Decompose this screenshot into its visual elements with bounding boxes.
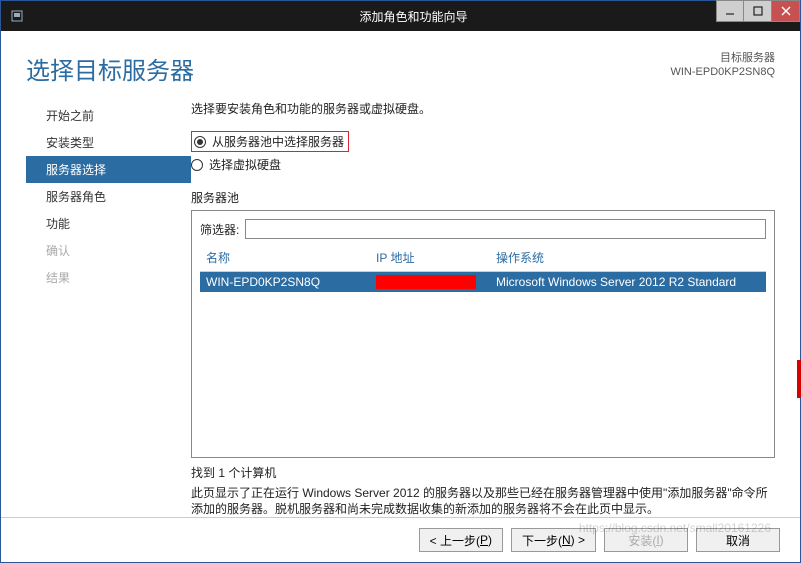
title-bar: 添加角色和功能向导 xyxy=(1,1,800,31)
radio-pool-label: 从服务器池中选择服务器 xyxy=(212,133,344,150)
sidebar-item-before[interactable]: 开始之前 xyxy=(26,102,191,129)
install-button: 安装(I) xyxy=(604,528,688,552)
cell-name: WIN-EPD0KP2SN8Q xyxy=(206,275,376,289)
sidebar-item-features[interactable]: 功能 xyxy=(26,210,191,237)
previous-button[interactable]: < 上一步(P) xyxy=(419,528,503,552)
window-title: 添加角色和功能向导 xyxy=(27,8,800,25)
server-pool-box: 筛选器: 名称 IP 地址 操作系统 WIN-EPD0KP2SN8Q Micro… xyxy=(191,210,775,458)
cancel-button[interactable]: 取消 xyxy=(696,528,780,552)
col-ip[interactable]: IP 地址 xyxy=(376,249,496,266)
table-row[interactable]: WIN-EPD0KP2SN8Q Microsoft Windows Server… xyxy=(200,272,766,292)
radio-highlight: 从服务器池中选择服务器 xyxy=(191,131,349,152)
red-edge xyxy=(797,360,801,398)
app-icon xyxy=(7,6,27,26)
radio-vhd[interactable] xyxy=(191,159,203,171)
cell-ip xyxy=(376,275,496,289)
pool-label: 服务器池 xyxy=(191,189,775,206)
cell-os: Microsoft Windows Server 2012 R2 Standar… xyxy=(496,275,760,289)
col-name[interactable]: 名称 xyxy=(206,249,376,266)
sidebar-item-results: 结果 xyxy=(26,264,191,291)
sidebar-item-server-select[interactable]: 服务器选择 xyxy=(26,156,191,183)
filter-input[interactable] xyxy=(245,219,766,239)
instruction-text: 选择要安装角色和功能的服务器或虚拟硬盘。 xyxy=(191,100,775,117)
radio-vhd-label: 选择虚拟硬盘 xyxy=(209,156,281,173)
page-title: 选择目标服务器 xyxy=(26,51,670,86)
wizard-sidebar: 开始之前 安装类型 服务器选择 服务器角色 功能 确认 结果 xyxy=(26,96,191,517)
sidebar-item-server-roles[interactable]: 服务器角色 xyxy=(26,183,191,210)
maximize-button[interactable] xyxy=(744,0,772,22)
page-description: 此页显示了正在运行 Windows Server 2012 的服务器以及那些已经… xyxy=(191,485,775,517)
next-button[interactable]: 下一步(N) > xyxy=(511,528,596,552)
found-count: 找到 1 个计算机 xyxy=(191,464,775,481)
close-button[interactable] xyxy=(772,0,800,22)
filter-label: 筛选器: xyxy=(200,221,239,238)
target-value: WIN-EPD0KP2SN8Q xyxy=(670,65,775,79)
target-label: 目标服务器 xyxy=(670,51,775,65)
target-server-box: 目标服务器 WIN-EPD0KP2SN8Q xyxy=(670,51,775,79)
minimize-button[interactable] xyxy=(716,0,744,22)
table-header: 名称 IP 地址 操作系统 xyxy=(200,249,766,271)
radio-pool[interactable] xyxy=(194,136,206,148)
ip-redacted xyxy=(376,275,476,289)
sidebar-item-install-type[interactable]: 安装类型 xyxy=(26,129,191,156)
col-os[interactable]: 操作系统 xyxy=(496,249,760,266)
sidebar-item-confirm: 确认 xyxy=(26,237,191,264)
wizard-button-bar: < 上一步(P) 下一步(N) > 安装(I) 取消 xyxy=(1,517,800,562)
